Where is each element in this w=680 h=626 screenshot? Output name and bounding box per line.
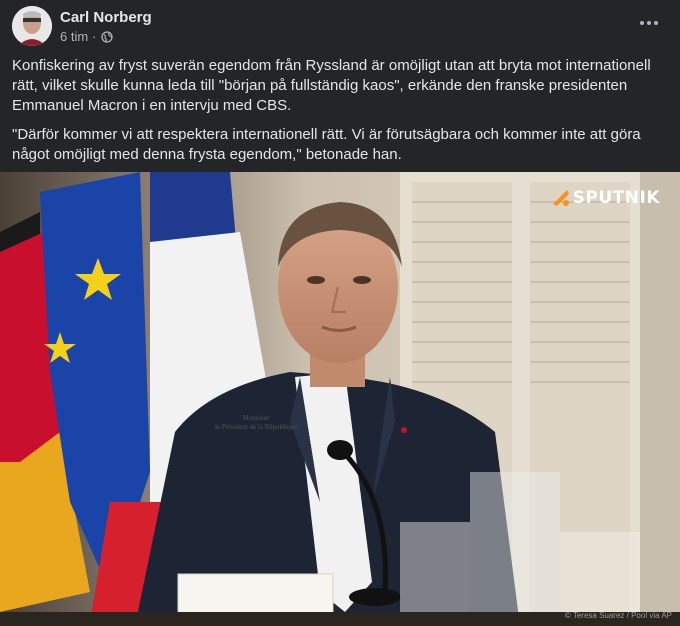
meta-separator: · [92,29,97,44]
globe-icon[interactable] [100,30,113,43]
post-photo[interactable]: SPUTNIK © Teresa Suarez / Pool via AP [0,172,680,626]
author-avatar[interactable] [12,6,52,46]
sputnik-wordmark: SPUTNIK [572,188,660,208]
photo-credit: © Teresa Suarez / Pool via AP [564,611,672,620]
author-name[interactable]: Carl Norberg [60,9,152,26]
more-options-icon [640,21,644,25]
post-body: Konfiskering av fryst suverän egendom fr… [12,56,664,174]
name-placard [177,573,334,619]
avatar-image [12,6,52,46]
post-timestamp[interactable]: 6 tim [60,29,88,44]
post-meta: 6 tim · [60,29,113,44]
placard-line-1: Monsieur [242,414,270,422]
sputnik-logo-icon [552,190,569,206]
more-options-button[interactable] [634,8,664,38]
post-header: Carl Norberg 6 tim · [0,0,680,50]
placard-line-2: le Président de la République [214,423,298,431]
photo-illustration [0,172,680,626]
post-paragraph-1: Konfiskering av fryst suverän egendom fr… [12,57,651,114]
sputnik-watermark: SPUTNIK [551,188,660,208]
placard-text: Monsieur le Président de la République [186,414,326,432]
post-paragraph-2: "Därför kommer vi att respektera interna… [12,126,641,163]
